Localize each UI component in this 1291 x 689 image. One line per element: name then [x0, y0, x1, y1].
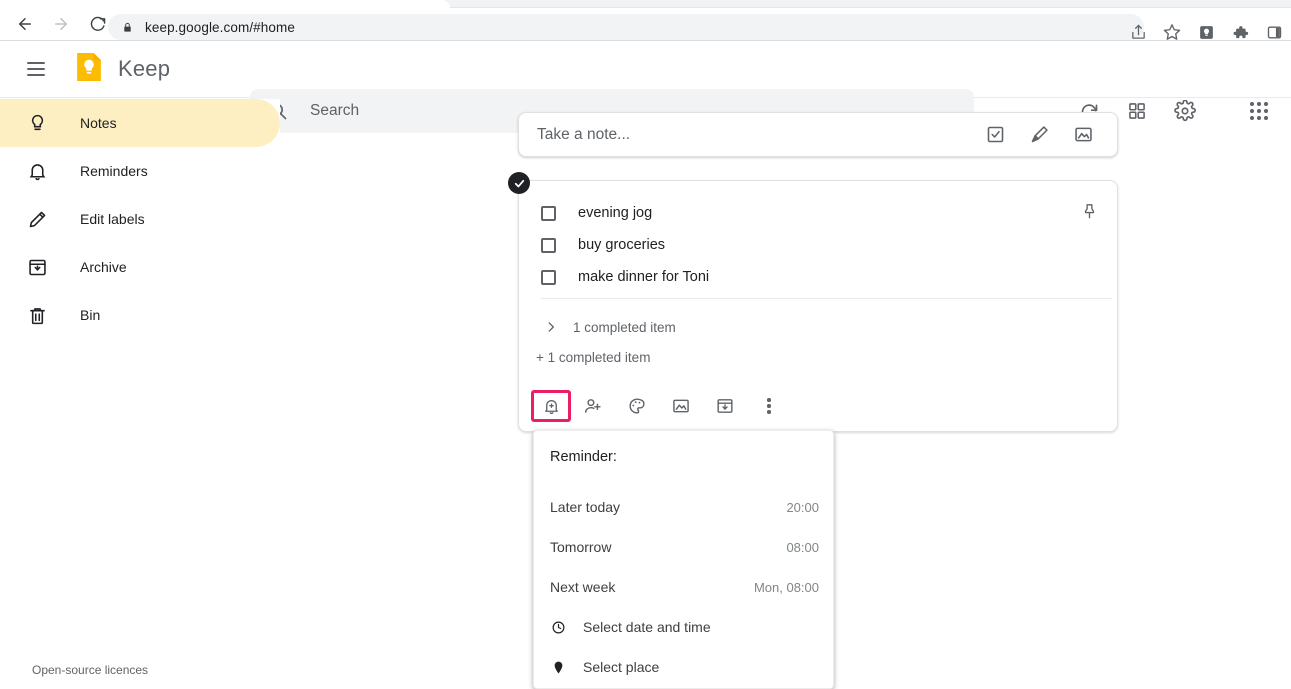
reminder-preset-label: Later today	[550, 499, 621, 515]
forward-arrow-icon[interactable]	[46, 9, 76, 39]
open-source-licences-link[interactable]: Open-source licences	[32, 663, 148, 677]
bell-icon	[25, 161, 49, 182]
tab-strip	[0, 0, 1291, 8]
sidebar-item-label: Reminders	[80, 163, 148, 179]
sidebar-item-bin[interactable]: Bin	[0, 291, 280, 339]
sidebar-item-label: Archive	[80, 259, 127, 275]
reminder-preset-label: Tomorrow	[550, 539, 612, 555]
location-pin-icon	[551, 660, 566, 675]
reminder-menu-title: Reminder:	[550, 449, 617, 465]
chevron-right-icon	[541, 320, 561, 334]
checkbox-icon[interactable]	[541, 269, 556, 285]
list-item[interactable]: buy groceries	[541, 229, 1061, 261]
note-toolbar	[531, 389, 791, 423]
take-a-note-placeholder: Take a note...	[537, 125, 631, 143]
list-item[interactable]: evening jog	[541, 197, 1061, 229]
new-list-icon[interactable]	[973, 115, 1017, 155]
search-placeholder: Search	[310, 102, 360, 119]
sidebar: Notes Reminders Edit labels Archive Bin	[0, 99, 280, 689]
app-title: Keep	[118, 56, 171, 81]
grid-view-icon[interactable]	[1113, 89, 1161, 133]
reminder-preset-next-week[interactable]: Next week Mon, 08:00	[534, 567, 833, 607]
check-circle-icon[interactable]	[508, 172, 530, 194]
lock-icon	[122, 21, 133, 34]
collaborator-button[interactable]	[571, 389, 615, 423]
url-text: keep.google.com/#home	[145, 19, 295, 35]
reminder-preset-time: Mon, 08:00	[753, 579, 819, 595]
address-bar[interactable]: keep.google.com/#home	[108, 14, 1144, 40]
checkbox-icon[interactable]	[541, 237, 556, 253]
reminder-preset-label: Next week	[550, 579, 616, 595]
sidebar-item-reminders[interactable]: Reminders	[0, 147, 280, 195]
browser-window: keep.google.com/#home Keep Search Notes …	[0, 0, 1291, 689]
keep-logo[interactable]: Keep	[72, 50, 170, 89]
clock-icon	[551, 620, 566, 635]
reminder-preset-later-today[interactable]: Later today 20:00	[534, 487, 833, 527]
pencil-icon	[25, 209, 49, 230]
sidebar-item-archive[interactable]: Archive	[0, 243, 280, 291]
sidebar-item-label: Edit labels	[80, 211, 145, 227]
completed-items-count[interactable]: + 1 completed item	[536, 350, 650, 365]
back-arrow-icon[interactable]	[10, 9, 40, 39]
trash-icon	[25, 305, 49, 326]
sidebar-item-notes[interactable]: Notes	[0, 99, 280, 147]
reminder-preset-time: 20:00	[786, 499, 819, 515]
background-options-button[interactable]	[615, 389, 659, 423]
hamburger-menu-icon[interactable]	[12, 45, 60, 93]
take-a-note-actions	[973, 115, 1105, 155]
list-item-label: make dinner for Toni	[578, 269, 710, 285]
select-place-option[interactable]: Select place	[534, 647, 833, 687]
new-image-icon[interactable]	[1061, 115, 1105, 155]
select-date-and-time-option[interactable]: Select date and time	[534, 607, 833, 647]
sidebar-item-edit-labels[interactable]: Edit labels	[0, 195, 280, 243]
note-card[interactable]: evening jog buy groceries make dinner fo…	[508, 172, 1118, 432]
archive-icon	[25, 257, 49, 278]
browser-toolbar: keep.google.com/#home	[0, 8, 1291, 40]
take-a-note-box[interactable]: Take a note...	[518, 112, 1118, 157]
completed-items-label: 1 completed item	[573, 319, 676, 335]
pin-icon[interactable]	[1071, 193, 1107, 229]
select-date-and-time-label: Select date and time	[583, 619, 711, 635]
sidebar-item-label: Notes	[80, 115, 117, 131]
google-apps-icon[interactable]	[1235, 89, 1283, 133]
reminder-preset-tomorrow[interactable]: Tomorrow 08:00	[534, 527, 833, 567]
keep-logo-icon	[72, 50, 106, 89]
select-place-label: Select place	[583, 659, 660, 675]
add-image-button[interactable]	[659, 389, 703, 423]
archive-button[interactable]	[703, 389, 747, 423]
completed-items-toggle[interactable]: 1 completed item	[541, 314, 676, 340]
more-vert-icon	[767, 398, 771, 414]
note-checklist: evening jog buy groceries make dinner fo…	[541, 197, 1061, 293]
checkbox-icon[interactable]	[541, 205, 556, 221]
reminder-menu[interactable]: Reminder: Later today 20:00 Tomorrow 08:…	[533, 430, 834, 689]
lightbulb-icon	[25, 113, 49, 134]
sidebar-item-label: Bin	[80, 307, 101, 323]
new-drawing-icon[interactable]	[1017, 115, 1061, 155]
checklist-divider	[541, 298, 1112, 299]
list-item-label: evening jog	[578, 205, 653, 221]
more-options-button[interactable]	[747, 389, 791, 423]
reminder-preset-time: 08:00	[786, 539, 819, 555]
app-header: Keep Search	[0, 41, 1291, 133]
list-item-label: buy groceries	[578, 237, 666, 253]
active-tab[interactable]	[0, 0, 450, 8]
remind-me-button[interactable]	[531, 390, 571, 422]
settings-gear-icon[interactable]	[1161, 89, 1209, 133]
list-item[interactable]: make dinner for Toni	[541, 261, 1061, 293]
